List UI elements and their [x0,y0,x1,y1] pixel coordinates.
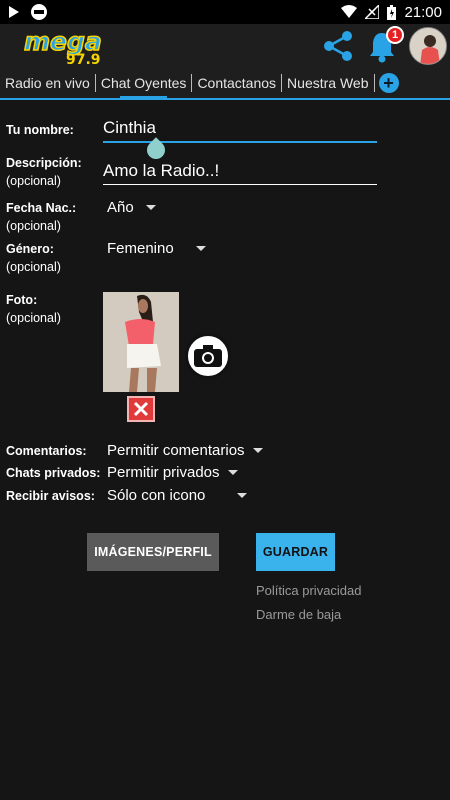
privacy-policy-link[interactable]: Política privacidad [256,583,362,598]
tab-nuestra-web[interactable]: Nuestra Web [282,68,373,98]
unsubscribe-link[interactable]: Darme de baja [256,607,341,622]
tab-contactanos[interactable]: Contactanos [192,68,281,98]
svg-text:97.9: 97.9 [66,52,101,66]
comments-select[interactable]: Permitir comentarios [107,442,263,459]
save-button[interactable]: GUARDAR [256,533,335,571]
images-profile-button[interactable]: IMÁGENES/PERFIL [87,533,219,571]
tab-bar: Radio en vivo Chat Oyentes Contactanos N… [0,68,450,100]
private-chats-value: Permitir privados [107,464,220,481]
description-label: Descripción: (opcional) [6,156,82,188]
birth-label: Fecha Nac.: (opcional) [6,201,77,233]
gender-value: Femenino [107,240,174,257]
app-bar: mega 97.9 1 [0,24,450,68]
notifications-label: Recibir avisos: [6,489,95,503]
comments-label: Comentarios: [6,444,87,458]
wifi-icon [341,5,358,18]
status-bar: 21:00 [0,0,450,24]
avatar[interactable] [409,27,447,65]
share-icon[interactable] [322,30,354,62]
signal-icon [365,5,380,19]
gender-select[interactable]: Femenino [107,240,206,257]
radio-app-icon [31,4,47,20]
photo-label: Foto: (opcional) [6,293,61,325]
birth-year-select[interactable]: Año [107,199,156,216]
play-icon [9,6,19,18]
private-chats-label: Chats privados: [6,466,101,480]
camera-icon [194,345,222,367]
description-input[interactable]: Amo la Radio..! [103,161,377,185]
notifications-value: Sólo con icono [107,487,206,504]
clock: 21:00 [404,3,442,21]
close-icon [133,401,149,417]
chevron-down-icon [145,205,156,210]
private-chats-select[interactable]: Permitir privados [107,464,238,481]
add-tab-icon[interactable]: + [378,73,399,93]
chevron-down-icon [252,448,263,453]
battery-icon [387,4,397,20]
name-input[interactable]: Cinthia [103,118,377,143]
chevron-down-icon [195,246,206,251]
camera-button[interactable] [185,333,231,379]
name-label: Tu nombre: [6,123,74,137]
tab-radio-en-vivo[interactable]: Radio en vivo [0,68,95,98]
tab-chat-oyentes[interactable]: Chat Oyentes [96,68,192,100]
birth-year-value: Año [107,199,134,216]
gender-label: Género: (opcional) [6,242,61,274]
notification-badge: 1 [386,26,404,44]
profile-photo[interactable] [103,292,179,392]
comments-value: Permitir comentarios [107,442,245,459]
chevron-down-icon [227,470,238,475]
delete-photo-button[interactable] [127,396,155,422]
notifications-select[interactable]: Sólo con icono [107,487,248,504]
tab-divider [373,74,375,92]
station-logo[interactable]: mega 97.9 [22,26,114,68]
chevron-down-icon [237,493,248,498]
